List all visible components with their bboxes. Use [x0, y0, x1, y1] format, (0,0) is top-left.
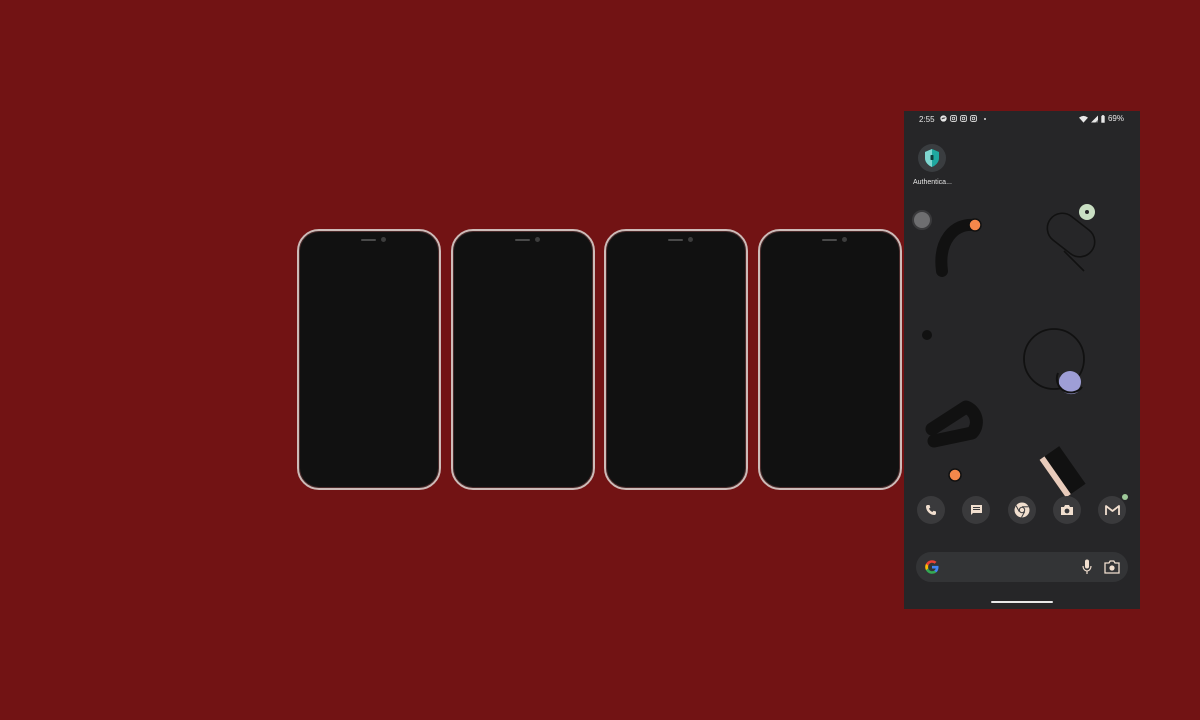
google-search-bar[interactable]	[916, 552, 1128, 582]
microphone-icon[interactable]	[1082, 559, 1092, 575]
phone-icon	[926, 505, 936, 515]
phone-app[interactable]	[917, 496, 945, 524]
authenticator-app-label: Authentica...	[913, 179, 952, 186]
camera-icon	[1061, 505, 1073, 515]
wallpaper-black-dot	[922, 330, 932, 340]
wifi-icon	[1078, 115, 1088, 123]
dock	[904, 494, 1140, 526]
gmail-app[interactable]	[1098, 494, 1128, 524]
gmail-icon	[1104, 504, 1120, 515]
front-camera	[535, 237, 540, 242]
wallpaper-horseshoe	[925, 400, 983, 448]
status-right: 69%	[1078, 114, 1124, 123]
instagram-icon	[970, 115, 977, 122]
messenger-icon	[940, 115, 947, 122]
wallpaper-orange-dot	[968, 218, 982, 232]
speaker-grille	[515, 239, 530, 241]
wallpaper-grey-dot	[912, 210, 932, 230]
battery-icon	[1101, 114, 1105, 123]
phone-mockup-2	[451, 229, 595, 490]
front-camera	[688, 237, 693, 242]
search-input[interactable]	[946, 558, 1060, 578]
authenticator-app-icon-wrap	[918, 144, 946, 172]
speaker-grille	[822, 239, 837, 241]
messages-app[interactable]	[962, 496, 990, 524]
instagram-icon	[950, 115, 957, 122]
front-camera	[381, 237, 386, 242]
wallpaper-orange-dot-2	[948, 468, 962, 482]
more-notifications-dot	[984, 117, 986, 120]
phone-mockup-1	[297, 229, 441, 490]
instagram-icon	[960, 115, 967, 122]
status-time: 2:55	[919, 115, 935, 124]
google-lens-icon[interactable]	[1104, 560, 1120, 574]
chrome-app[interactable]	[1008, 496, 1036, 524]
wallpaper-pencil	[1039, 446, 1086, 498]
shield-icon	[925, 149, 939, 167]
notification-icons	[940, 115, 986, 122]
camera-app[interactable]	[1053, 496, 1081, 524]
notification-badge	[1122, 494, 1128, 500]
battery-percent: 69%	[1107, 114, 1124, 123]
status-bar: 2:55 69%	[904, 111, 1140, 127]
chrome-icon	[1014, 502, 1030, 518]
speaker-grille	[361, 239, 376, 241]
authenticator-app[interactable]: Authentica...	[913, 144, 952, 186]
messages-icon	[970, 505, 982, 515]
android-home-screen: 2:55 69% Authentica...	[904, 111, 1140, 609]
phone-mockup-4	[758, 229, 902, 490]
front-camera	[842, 237, 847, 242]
gesture-navigation-handle[interactable]	[991, 601, 1053, 603]
speaker-grille	[668, 239, 683, 241]
phone-mockup-3	[604, 229, 748, 490]
signal-icon	[1090, 115, 1098, 122]
wallpaper-arc	[935, 218, 980, 277]
google-g-icon	[925, 560, 939, 574]
